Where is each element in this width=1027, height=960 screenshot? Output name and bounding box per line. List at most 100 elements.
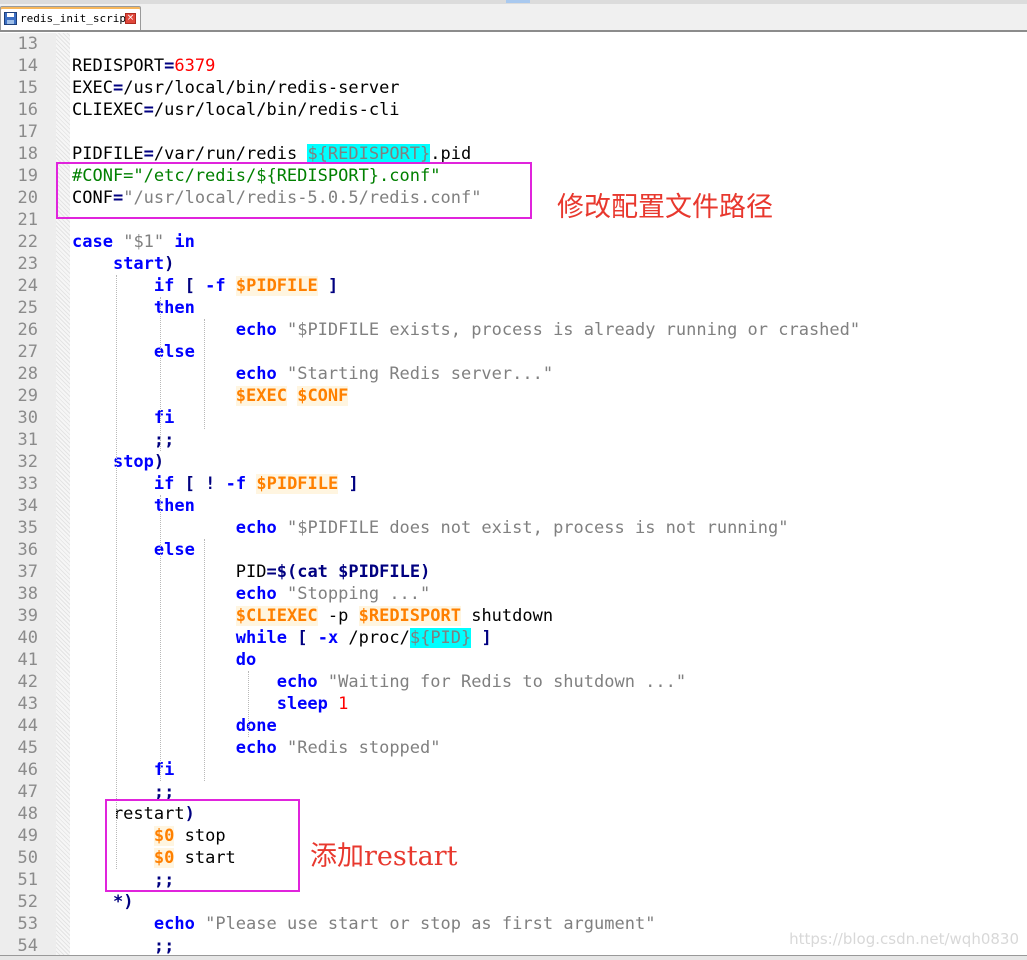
line-number: 44 bbox=[17, 716, 38, 736]
code-line[interactable]: 25 then bbox=[0, 297, 1027, 319]
close-icon[interactable]: × bbox=[125, 13, 136, 24]
code-text[interactable]: echo "$PIDFILE does not exist, process i… bbox=[72, 517, 789, 539]
code-line[interactable]: 26 echo "$PIDFILE exists, process is alr… bbox=[0, 319, 1027, 341]
code-line[interactable]: 27 else bbox=[0, 341, 1027, 363]
code-token: echo bbox=[153, 914, 195, 934]
code-token: ) bbox=[420, 562, 431, 582]
code-text[interactable]: CLIEXEC=/usr/local/bin/redis-cli bbox=[72, 99, 400, 121]
code-token: in bbox=[174, 232, 195, 252]
code-line[interactable]: 40 while [ -x /proc/${PID} ] bbox=[0, 627, 1027, 649]
code-text[interactable]: ;; bbox=[72, 935, 174, 956]
code-line[interactable]: 39 $CLIEXEC -p $REDISPORT shutdown bbox=[0, 605, 1027, 627]
code-line[interactable]: 22 case "$1" in bbox=[0, 231, 1027, 253]
code-line[interactable]: 13 bbox=[0, 33, 1027, 55]
code-text[interactable]: echo "Starting Redis server..." bbox=[72, 363, 553, 385]
code-text[interactable]: else bbox=[72, 341, 195, 363]
code-line[interactable]: 33 if [ ! -f $PIDFILE ] bbox=[0, 473, 1027, 495]
code-line[interactable]: 16 CLIEXEC=/usr/local/bin/redis-cli bbox=[0, 99, 1027, 121]
line-number: 32 bbox=[17, 452, 38, 472]
code-line[interactable]: 36 else bbox=[0, 539, 1027, 561]
line-number: 38 bbox=[17, 584, 38, 604]
code-text[interactable]: $EXEC $CONF bbox=[72, 385, 349, 407]
code-text[interactable]: while [ -x /proc/${PID} ] bbox=[72, 627, 492, 649]
code-token: [ bbox=[184, 276, 195, 296]
code-text[interactable]: echo "Redis stopped" bbox=[72, 737, 441, 759]
code-text[interactable]: then bbox=[72, 495, 195, 517]
code-line[interactable]: 45 echo "Redis stopped" bbox=[0, 737, 1027, 759]
code-line[interactable]: 35 echo "$PIDFILE does not exist, proces… bbox=[0, 517, 1027, 539]
code-line[interactable]: 31 ;; bbox=[0, 429, 1027, 451]
code-text[interactable]: echo "Stopping ..." bbox=[72, 583, 431, 605]
code-line[interactable]: 43 sleep 1 bbox=[0, 693, 1027, 715]
code-line[interactable]: 52 *) bbox=[0, 891, 1027, 913]
code-line[interactable]: 15 EXEC=/usr/local/bin/redis-server bbox=[0, 77, 1027, 99]
line-number: 49 bbox=[17, 826, 38, 846]
code-token: [ bbox=[184, 474, 195, 494]
code-text[interactable]: PID=$(cat $PIDFILE) bbox=[72, 561, 431, 583]
file-tab[interactable]: redis_init_script × bbox=[0, 6, 141, 32]
indent-guide bbox=[116, 275, 117, 869]
code-token: [ bbox=[297, 628, 308, 648]
code-line[interactable]: 34 then bbox=[0, 495, 1027, 517]
code-text[interactable]: echo "$PIDFILE exists, process is alread… bbox=[72, 319, 860, 341]
code-text[interactable]: else bbox=[72, 539, 195, 561]
watermark: https://blog.csdn.net/wqh0830 bbox=[789, 930, 1019, 948]
code-line[interactable]: 44 done bbox=[0, 715, 1027, 737]
line-number: 21 bbox=[17, 210, 38, 230]
code-token: "$PIDFILE exists, process is already run… bbox=[286, 320, 861, 340]
code-line[interactable]: 41 do bbox=[0, 649, 1027, 671]
code-line[interactable]: 38 echo "Stopping ..." bbox=[0, 583, 1027, 605]
code-token: echo bbox=[276, 672, 318, 692]
code-text[interactable]: do bbox=[72, 649, 256, 671]
horizontal-scrollbar[interactable] bbox=[0, 955, 1027, 960]
code-text[interactable]: case "$1" in bbox=[72, 231, 195, 253]
code-token: -p bbox=[317, 606, 359, 626]
code-token: "$PIDFILE does not exist, process is not… bbox=[286, 518, 789, 538]
line-number: 36 bbox=[17, 540, 38, 560]
code-token: if bbox=[153, 276, 175, 296]
code-text[interactable]: stop) bbox=[72, 451, 164, 473]
code-text[interactable]: EXEC=/usr/local/bin/redis-server bbox=[72, 77, 400, 99]
code-token: start bbox=[112, 254, 165, 274]
code-line[interactable]: 46 fi bbox=[0, 759, 1027, 781]
line-number: 53 bbox=[17, 914, 38, 934]
code-token: CLIEXEC bbox=[72, 100, 144, 120]
code-token: /var/run/redis bbox=[153, 144, 308, 164]
tab-bar-divider bbox=[0, 30, 1027, 32]
code-line[interactable]: 28 echo "Starting Redis server..." bbox=[0, 363, 1027, 385]
code-line[interactable]: 24 if [ -f $PIDFILE ] bbox=[0, 275, 1027, 297]
code-line[interactable]: 17 bbox=[0, 121, 1027, 143]
code-line[interactable]: 23 start) bbox=[0, 253, 1027, 275]
code-text[interactable]: REDISPORT=6379 bbox=[72, 55, 215, 77]
code-text[interactable]: if [ ! -f $PIDFILE ] bbox=[72, 473, 359, 495]
code-text[interactable]: then bbox=[72, 297, 195, 319]
code-text[interactable]: echo "Waiting for Redis to shutdown ..." bbox=[72, 671, 686, 693]
line-number: 24 bbox=[17, 276, 38, 296]
code-line[interactable]: 37 PID=$(cat $PIDFILE) bbox=[0, 561, 1027, 583]
code-token: .pid bbox=[430, 144, 472, 164]
code-line[interactable]: 30 fi bbox=[0, 407, 1027, 429]
code-line[interactable]: 29 $EXEC $CONF bbox=[0, 385, 1027, 407]
code-token: if bbox=[153, 474, 175, 494]
line-number: 31 bbox=[17, 430, 38, 450]
code-line[interactable]: 14 REDISPORT=6379 bbox=[0, 55, 1027, 77]
code-text[interactable]: done bbox=[72, 715, 277, 737]
code-text[interactable]: if [ -f $PIDFILE ] bbox=[72, 275, 338, 297]
code-line[interactable]: 42 echo "Waiting for Redis to shutdown .… bbox=[0, 671, 1027, 693]
code-text[interactable]: $CLIEXEC -p $REDISPORT shutdown bbox=[72, 605, 553, 627]
code-text[interactable]: sleep 1 bbox=[72, 693, 349, 715]
code-text[interactable]: echo "Please use start or stop as first … bbox=[72, 913, 656, 935]
code-line[interactable]: 32 stop) bbox=[0, 451, 1027, 473]
code-text[interactable]: *) bbox=[72, 891, 133, 913]
line-number: 37 bbox=[17, 562, 38, 582]
line-number: 33 bbox=[17, 474, 38, 494]
line-number: 34 bbox=[17, 496, 38, 516]
code-text[interactable]: start) bbox=[72, 253, 174, 275]
